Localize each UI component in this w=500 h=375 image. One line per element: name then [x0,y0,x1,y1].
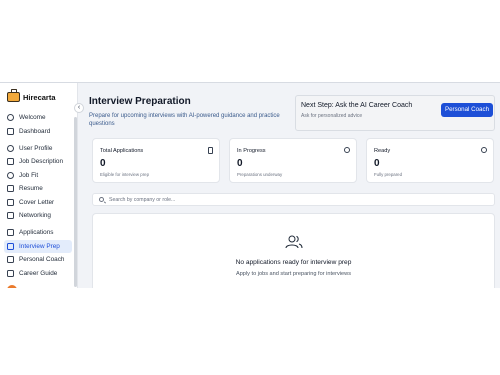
sidebar-item-label: Cover Letter [19,198,55,206]
sidebar-item-job-description[interactable]: Job Description [4,155,72,169]
sidebar-item-label: Welcome [19,114,46,122]
sidebar-item-label: Career Guide [19,269,58,277]
book-icon [7,269,14,277]
sidebar-item-label: Job Fit [19,171,39,179]
coach-callout: Next Step: Ask the AI Career Coach Ask f… [295,95,495,131]
page-title: Interview Preparation [89,96,191,107]
clipboard-icon [7,229,14,237]
coach-subtitle: Ask for personalized advice [301,113,363,119]
user-icon [7,144,14,152]
stat-card-in-progress: In Progress 0 Preparations underway [229,138,357,183]
sidebar-item-personal-coach[interactable]: Personal Coach [4,253,72,267]
dashboard-icon [7,127,14,135]
target-icon [7,171,14,179]
empty-state: No applications ready for interview prep… [92,213,495,288]
stat-note: Fully prepared [374,172,403,177]
search-bar [92,193,495,206]
stat-label: Ready [374,148,391,154]
coach-title: Next Step: Ask the AI Career Coach [301,102,413,109]
sidebar-item-resume[interactable]: Resume [4,182,72,196]
sidebar-item-job-fit[interactable]: Job Fit [4,169,72,183]
page-subtitle: Prepare for upcoming interviews with AI-… [89,113,280,127]
app-window: Hirecarta Welcome Dashboard User Profile… [0,82,500,288]
stat-note: Preparations underway [237,172,283,177]
sidebar-item-label: Personal Coach [19,256,65,264]
nav-divider [4,138,77,142]
briefcase-logo-icon [7,89,20,102]
sidebar-item-label: Applications [19,229,54,237]
message-icon [7,256,14,264]
check-circle-icon [481,147,487,153]
sidebar-item-welcome[interactable]: Welcome [4,111,72,125]
avatar[interactable] [7,285,17,288]
stat-value: 0 [237,158,243,169]
stat-value: 0 [374,158,380,169]
users-icon [285,235,303,249]
sidebar-item-cover-letter[interactable]: Cover Letter [4,196,72,210]
empty-state-subtitle: Apply to jobs and start preparing for in… [235,271,352,277]
sidebar: Hirecarta Welcome Dashboard User Profile… [0,83,78,288]
sidebar-item-interview-prep[interactable]: Interview Prep [4,239,72,253]
sidebar-item-applications[interactable]: Applications [4,226,72,240]
sidebar-item-label: Dashboard [19,127,51,135]
heart-icon [7,114,14,122]
resume-icon [7,185,14,193]
stat-note: Eligible for interview prep [100,172,150,177]
stat-card-total-applications: Total Applications 0 Eligible for interv… [92,138,220,183]
sidebar-item-career-guide[interactable]: Career Guide [4,267,72,281]
document-icon [7,158,14,166]
app-name: Hirecarta [23,92,56,102]
stat-card-ready: Ready 0 Fully prepared [366,138,494,183]
sidebar-scrollbar[interactable] [74,117,77,287]
sidebar-item-label: User Profile [19,144,53,152]
sidebar-item-label: Networking [19,212,51,220]
sidebar-item-user-profile[interactable]: User Profile [4,142,72,156]
sidebar-item-label: Interview Prep [19,242,60,250]
brand[interactable]: Hirecarta [0,83,77,111]
main-content: Interview Preparation Prepare for upcomi… [88,83,495,288]
chat-icon [7,242,14,250]
search-input[interactable] [109,194,489,205]
clock-icon [344,147,350,153]
network-icon [7,212,14,220]
search-icon [99,197,104,202]
mail-icon [7,198,14,206]
collapse-sidebar-button[interactable]: ‹ [74,103,84,113]
sidebar-item-label: Resume [19,185,43,193]
stat-label: Total Applications [100,148,144,154]
sidebar-item-networking[interactable]: Networking [4,209,72,223]
sidebar-nav: Welcome Dashboard User Profile Job Descr… [0,111,77,280]
empty-state-title: No applications ready for interview prep [235,259,352,266]
stat-label: In Progress [237,148,266,154]
stat-value: 0 [100,158,106,169]
personal-coach-button[interactable]: Personal Coach [441,103,493,117]
sidebar-item-label: Job Description [19,158,64,166]
document-icon [208,147,213,154]
sidebar-item-dashboard[interactable]: Dashboard [4,125,72,139]
